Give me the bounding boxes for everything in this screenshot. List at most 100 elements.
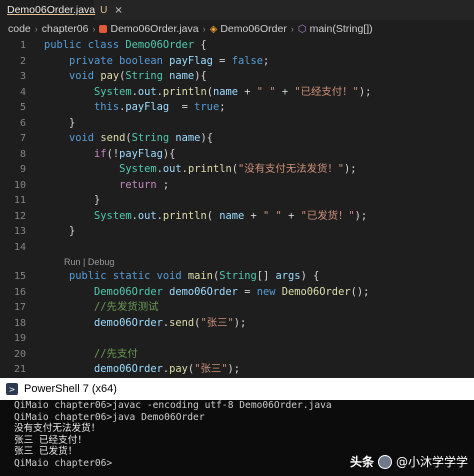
code-token: send <box>100 132 126 144</box>
code-line[interactable]: 18 demo06Order.send("张三"); <box>0 316 474 332</box>
code-line[interactable]: 19 <box>0 331 474 347</box>
code-line[interactable]: 5 this.payFlag = true; <box>0 100 474 116</box>
code-token: String <box>219 270 257 282</box>
untracked-badge: U <box>100 4 108 16</box>
code-text: demo06Order.send("张三"); <box>44 316 246 332</box>
chevron-right-icon: › <box>290 24 294 34</box>
code-line[interactable]: 8 if(!payFlag){ <box>0 147 474 163</box>
line-number: 8 <box>19 148 26 160</box>
code-token: name <box>169 70 195 82</box>
code-text: } <box>44 224 75 240</box>
terminal-title: PowerShell 7 (x64) <box>24 383 117 395</box>
code-token: "没有支付无法发货！" <box>238 163 345 175</box>
code-line[interactable]: 11 } <box>0 193 474 209</box>
code-token: = <box>237 285 257 298</box>
code-token: out <box>137 209 157 222</box>
line-number: 6 <box>19 117 26 129</box>
chevron-right-icon: › <box>92 24 96 34</box>
code-token: this <box>94 101 120 113</box>
breadcrumb-item-chapter06[interactable]: chapter06 <box>42 23 89 35</box>
code-token: (! <box>106 147 120 160</box>
code-line[interactable]: 20 //先支付 <box>0 347 474 363</box>
close-icon[interactable]: × <box>114 5 122 16</box>
line-number: 18 <box>13 317 26 329</box>
line-number: 13 <box>13 226 26 237</box>
code-line[interactable]: 16 Demo06Order demo06Order = new Demo06O… <box>0 285 474 301</box>
code-token: private <box>69 54 120 67</box>
code-token: String <box>125 70 170 82</box>
code-line[interactable]: 14 <box>0 240 474 256</box>
java-file-icon <box>99 25 108 33</box>
code-token: System <box>119 163 157 175</box>
code-token: class <box>87 39 126 51</box>
code-token: ) { <box>300 270 320 282</box>
chevron-right-icon: › <box>34 24 38 34</box>
code-line[interactable]: 1 public class Demo06Order { <box>0 38 474 54</box>
code-editor[interactable]: 1 public class Demo06Order {2 private boo… <box>0 38 474 378</box>
code-token: ; <box>262 54 270 67</box>
breadcrumb-item-method[interactable]: main(String[]) <box>310 23 373 35</box>
code-line[interactable]: 7 void send(String name){ <box>0 131 474 147</box>
code-text: //先发货测试 <box>44 300 158 316</box>
line-number: 19 <box>13 333 26 344</box>
code-token: ; <box>219 101 226 113</box>
code-text: //先支付 <box>44 347 138 363</box>
line-number: 7 <box>19 133 26 144</box>
terminal-command-line: QiMaio chapter06>javac -encoding utf-8 D… <box>14 400 332 411</box>
code-token: Demo06Order <box>125 39 195 51</box>
line-number: 15 <box>13 271 26 282</box>
code-token: = <box>169 101 195 113</box>
code-line[interactable]: 12 System.out.println( name + " " + "已发货… <box>0 209 474 225</box>
code-token: System <box>94 85 132 98</box>
breadcrumb-item-class[interactable]: Demo06Order <box>220 23 287 35</box>
powershell-window[interactable]: > PowerShell 7 (x64) QiMaio chapter06>ja… <box>0 378 474 476</box>
code-token: boolean <box>119 54 170 67</box>
code-text: private boolean payFlag = false; <box>44 54 269 70</box>
code-token: void <box>69 70 101 82</box>
code-line[interactable]: 4 System.out.println(name + " " + "已经支付！… <box>0 85 474 101</box>
code-token: demo06Order <box>94 363 163 375</box>
code-token: payFlag <box>169 54 213 67</box>
code-line[interactable]: 2 private boolean payFlag = false; <box>0 54 474 70</box>
avatar <box>377 454 392 469</box>
terminal-titlebar[interactable]: > PowerShell 7 (x64) <box>0 378 474 400</box>
powershell-icon: > <box>6 383 18 395</box>
code-line[interactable]: 9 System.out.println("没有支付无法发货！"); <box>0 162 474 178</box>
code-token: void <box>69 132 101 144</box>
breadcrumb-item-file[interactable]: Demo06Order.java <box>110 23 198 35</box>
code-line[interactable]: 21 demo06Order.pay("张三"); <box>0 362 474 378</box>
code-token: println <box>162 209 207 222</box>
code-token: [] <box>256 270 276 282</box>
code-token: println <box>162 85 207 98</box>
code-token: public <box>44 39 88 51</box>
code-line[interactable]: 10 return ; <box>0 178 474 194</box>
code-text: void pay(String name){ <box>44 69 207 85</box>
code-line[interactable]: 15 public static void main(String[] args… <box>0 269 474 285</box>
code-line[interactable]: 3 void pay(String name){ <box>0 69 474 85</box>
breadcrumb: code › chapter06 › Demo06Order.java › ◈ … <box>0 20 474 38</box>
code-token: return <box>119 178 157 191</box>
code-text: demo06Order.pay("张三"); <box>44 362 240 378</box>
line-number: 3 <box>19 71 26 82</box>
code-token: "张三" <box>200 316 234 329</box>
code-line[interactable]: 13 } <box>0 224 474 240</box>
code-token: void <box>156 270 188 282</box>
code-line[interactable]: 17 //先发货测试 <box>0 300 474 316</box>
code-token: ){ <box>162 147 176 160</box>
code-token: ( <box>206 209 220 222</box>
tab-demo06order[interactable]: Demo06Order.java U × <box>0 0 123 20</box>
codelens-run-debug[interactable]: Run | Debug <box>0 255 474 269</box>
terminal-output-line: 张三 已经支付！ <box>14 434 87 446</box>
code-token: ); <box>354 209 368 222</box>
line-number: 11 <box>13 195 26 206</box>
code-token: System <box>94 209 132 222</box>
code-line[interactable]: 6 } <box>0 116 474 132</box>
breadcrumb-item-code[interactable]: code <box>8 23 31 35</box>
